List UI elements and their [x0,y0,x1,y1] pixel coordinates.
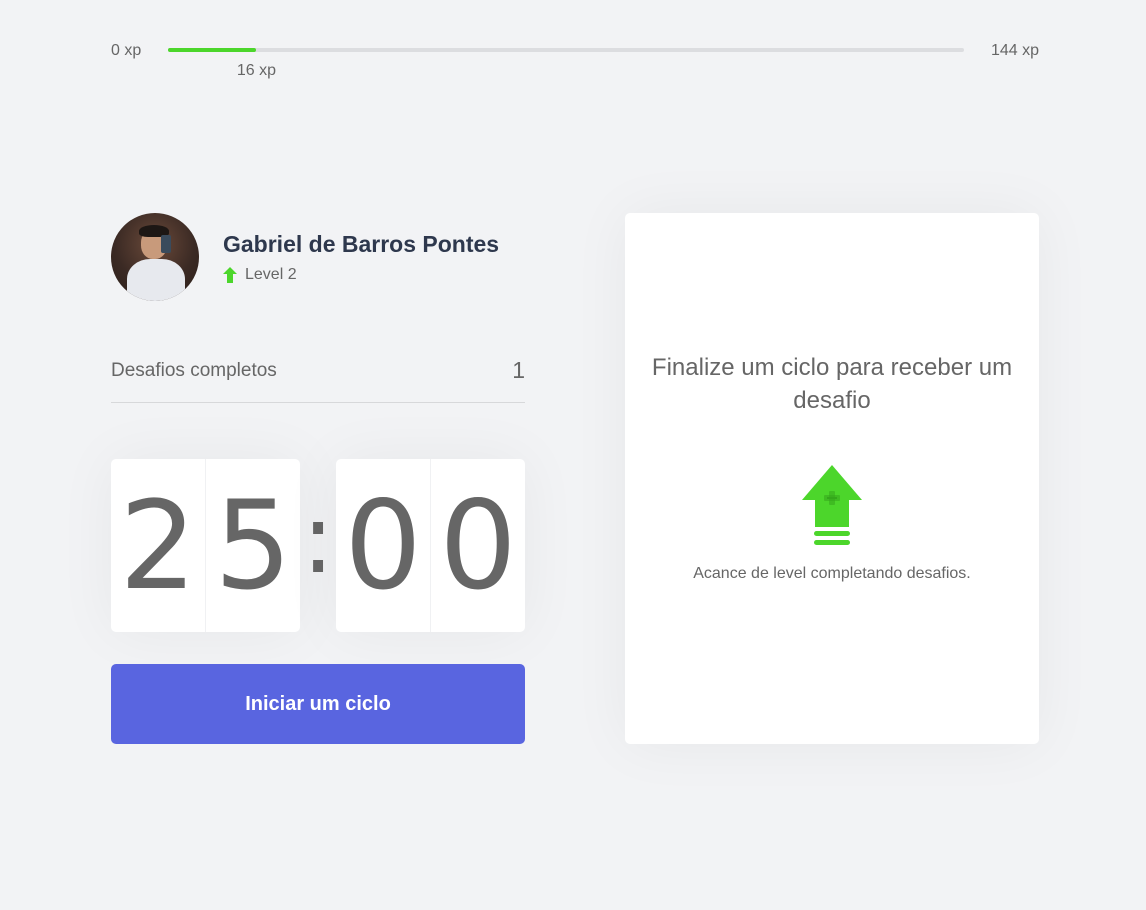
xp-track [168,48,964,52]
level-label: Level 2 [245,266,297,283]
xp-max-label: 144 xp [990,42,1039,59]
level-up-arrow-icon [802,465,862,545]
countdown-minutes: 2 5 [111,459,300,632]
avatar [111,213,199,301]
countdown-separator: : [301,482,335,595]
level-up-arrow-icon [223,267,237,283]
completed-challenges: Desafios completos 1 [111,346,525,403]
profile-name: Gabriel de Barros Pontes [223,231,500,257]
xp-current-label: 16 xp [236,62,277,79]
xp-progress-fill [168,48,257,52]
countdown-seconds: 0 0 [336,459,525,632]
completed-challenges-count: 1 [512,357,525,383]
challenge-box: Finalize um ciclo para receber um desafi… [625,213,1039,744]
moveit-page: 0 xp 16 xp 144 xp Gabriel de Barros Pont… [0,0,1146,910]
second-digit-tens: 0 [344,474,422,617]
countdown: 2 5 : 0 0 [111,459,525,632]
completed-challenges-label: Desafios completos [111,360,277,381]
minute-digit-ones: 5 [205,459,300,632]
profile: Gabriel de Barros Pontes Level 2 [111,213,525,301]
second-digit-ones: 0 [430,459,525,632]
challenge-box-title: Finalize um ciclo para receber um desafi… [651,354,1013,414]
minute-digit-tens: 2 [119,474,197,617]
start-cycle-button[interactable]: Iniciar um ciclo [111,664,525,744]
challenge-box-description: Acance de level completando desafios. [693,565,971,582]
experience-bar: 0 xp 16 xp 144 xp [111,40,1039,80]
level-row: Level 2 [223,266,297,284]
xp-min-label: 0 xp [111,42,142,59]
